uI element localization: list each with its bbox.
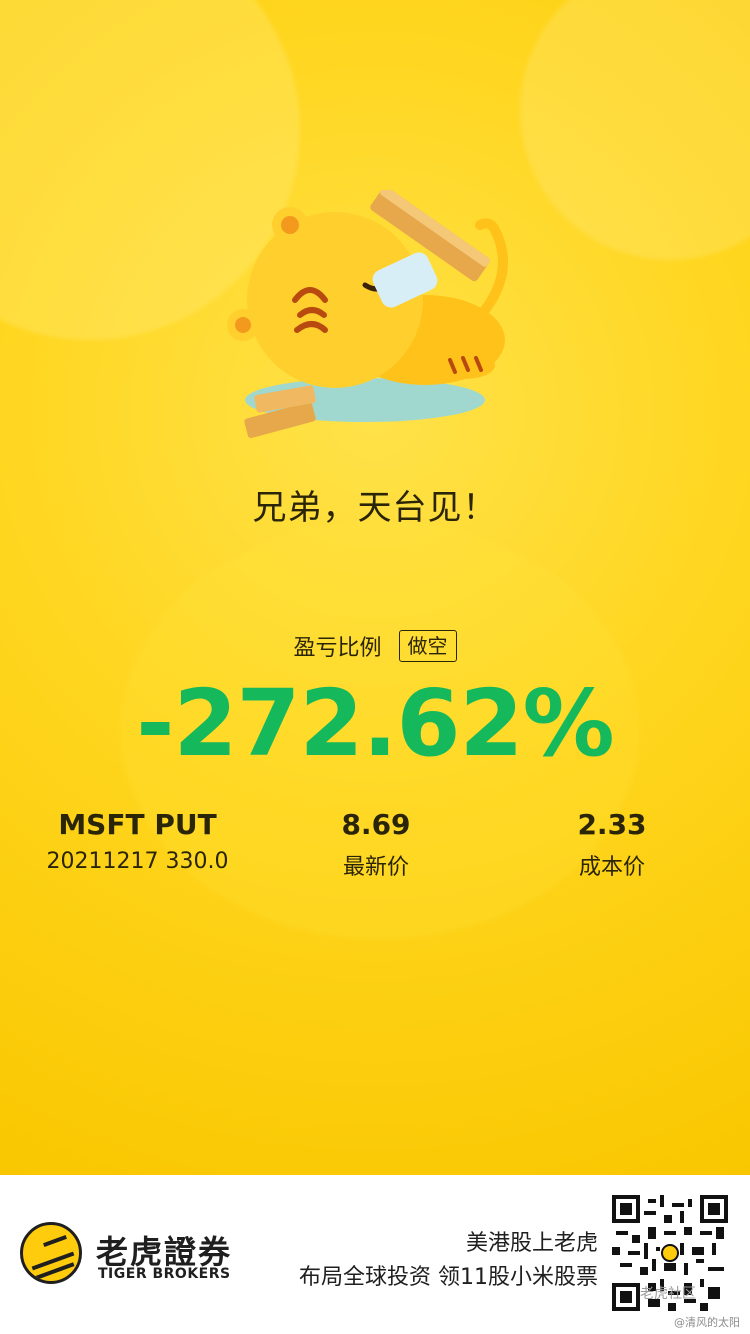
share-card: 兄弟，天台见！ 盈亏比例 做空 -272.62% MSFT PUT 202112…: [0, 0, 750, 1334]
brand-name-en: TIGER BROKERS: [98, 1266, 231, 1282]
footer-banner: 老虎證券 TIGER BROKERS 美港股上老虎 布局全球投资 领11股小米股…: [0, 1175, 750, 1334]
logo-stripe: [43, 1235, 67, 1247]
position-stats: MSFT PUT 20211217 330.0 8.69 最新价 2.33 成本…: [0, 808, 750, 898]
qr-finder-top-right: [700, 1195, 728, 1223]
bg-swirl: [520, 0, 750, 260]
cost-price-label: 成本价: [578, 855, 645, 880]
pnl-percentage: -272.62%: [136, 670, 614, 777]
cost-price: 2.33 成本价: [532, 808, 692, 881]
qr-finder-bottom-left: [612, 1283, 640, 1311]
promo-line-1: 美港股上老虎: [465, 1231, 598, 1256]
short-badge: 做空: [398, 630, 457, 662]
tiger-ear-right-inner: [235, 317, 251, 333]
qr-center-logo: [660, 1243, 680, 1263]
latest-price-value: 8.69: [341, 808, 411, 841]
contract-symbol: MSFT PUT: [58, 808, 217, 841]
tiger-ear-left-inner: [281, 216, 299, 234]
sad-tiger-illustration: [227, 190, 508, 439]
promo-line-2: 布局全球投资 领11股小米股票: [299, 1265, 598, 1290]
latest-price: 8.69 最新价: [296, 808, 456, 881]
contract-info: MSFT PUT 20211217 330.0: [30, 808, 245, 874]
contract-detail: 20211217 330.0: [46, 849, 229, 874]
cost-price-value: 2.33: [577, 808, 647, 841]
tiger-logo-icon: [20, 1222, 82, 1284]
latest-price-label: 最新价: [342, 855, 409, 880]
hero-background: 兄弟，天台见！ 盈亏比例 做空 -272.62% MSFT PUT 202112…: [0, 0, 750, 1175]
user-watermark: @清风的太阳: [674, 1316, 740, 1329]
qr-finder-top-left: [612, 1195, 640, 1223]
pnl-ratio-row: 盈亏比例 做空: [0, 630, 750, 662]
community-watermark: 老虎社区: [640, 1286, 696, 1302]
pnl-ratio-label: 盈亏比例: [293, 636, 382, 661]
headline: 兄弟，天台见！: [252, 488, 498, 528]
